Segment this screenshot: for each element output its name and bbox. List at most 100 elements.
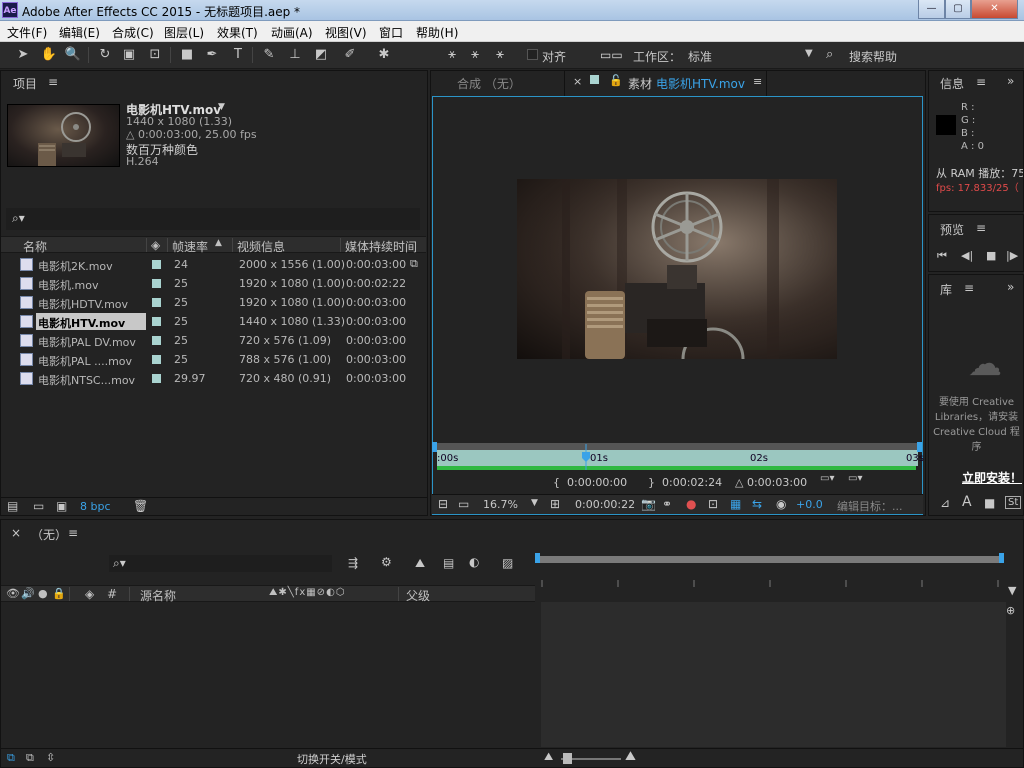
column-video-info[interactable]: 视频信息 — [237, 238, 285, 255]
timeline-track-area[interactable] — [541, 602, 1006, 747]
menu-edit[interactable]: 编辑(E) — [59, 24, 100, 41]
out-point-handle[interactable] — [917, 442, 922, 452]
selection-tool-icon[interactable]: ➤ — [14, 46, 32, 64]
menu-composition[interactable]: 合成(C) — [112, 24, 154, 41]
add-content-icon[interactable]: ⊿ — [940, 496, 950, 510]
transparency-grid-icon[interactable]: ▦ — [730, 497, 741, 511]
previous-frame-icon[interactable]: ◀| — [961, 249, 973, 262]
frame-blending-icon[interactable]: ▤ — [443, 556, 454, 570]
expand-transfer-controls-icon[interactable]: ⧉ — [26, 751, 34, 765]
list-item-selected[interactable]: 电影机HTV.mov 25 1440 x 1080 (1.33) 0:00:03… — [1, 312, 409, 331]
camera-tool-icon[interactable]: ▣ — [120, 46, 138, 64]
first-frame-icon[interactable]: ⏮ — [937, 249, 947, 263]
expand-panel-icon[interactable]: » — [1007, 280, 1014, 294]
bit-depth-button[interactable]: 8 bpc — [80, 500, 111, 513]
list-item[interactable]: 电影机HDTV.mov 25 1920 x 1080 (1.00) 0:00:0… — [1, 293, 409, 312]
axis-world-icon[interactable]: ⚹ — [466, 46, 484, 64]
list-item[interactable]: 电影机PAL ....mov 25 788 x 576 (1.00) 0:00:… — [1, 350, 409, 369]
exposure-value[interactable]: +0.0 — [796, 498, 823, 511]
zoom-tool-icon[interactable]: 🔍 — [64, 46, 82, 64]
footage-video-frame[interactable] — [517, 179, 837, 359]
timeline-search-input[interactable]: ⌕▾ — [109, 555, 332, 572]
menu-effect[interactable]: 效果(T) — [217, 24, 258, 41]
comp-marker-bin-icon[interactable]: ▼ — [1008, 584, 1016, 597]
add-text-icon[interactable]: A — [962, 494, 972, 510]
menu-animation[interactable]: 动画(A) — [271, 24, 313, 41]
out-point-timecode[interactable]: 0:00:02:24 — [662, 476, 722, 489]
solo-toggle-icon[interactable]: ● — [38, 587, 48, 600]
column-media-duration[interactable]: 媒体持续时间 — [345, 238, 417, 255]
safe-margins-icon[interactable]: ⊡ — [708, 497, 718, 511]
always-preview-icon[interactable]: ⊟ — [438, 497, 448, 511]
project-search-input[interactable]: ⌕▾ — [6, 208, 420, 230]
stop-icon[interactable]: ■ — [986, 249, 996, 262]
comp-mini-flowchart-icon[interactable]: ⇶ — [348, 556, 358, 570]
info-panel-title[interactable]: 信息 — [940, 75, 964, 92]
lock-toggle-icon[interactable]: 🔒 — [52, 587, 66, 600]
label-color-chip[interactable] — [152, 317, 161, 326]
snapshot-camera-icon[interactable]: 📷 — [641, 497, 656, 511]
pen-tool-icon[interactable]: ✒ — [203, 46, 221, 64]
panel-menu-icon[interactable]: ≡ — [753, 75, 762, 88]
expand-layer-switches-icon[interactable]: ⧉ — [7, 751, 15, 765]
comp-button-icon[interactable]: ⊕ — [1006, 604, 1015, 617]
search-icon[interactable]: ⌕ — [826, 47, 833, 62]
panel-menu-icon[interactable]: ≡ — [68, 526, 78, 540]
ripple-insert-icon[interactable]: ▭▾ — [820, 473, 834, 484]
work-area-end-handle[interactable] — [999, 553, 1004, 563]
region-of-interest-icon[interactable]: ⊞ — [550, 497, 560, 511]
rotate-tool-icon[interactable]: ↻ — [96, 46, 114, 64]
interpret-footage-icon[interactable]: ▤ — [7, 499, 18, 513]
brush-tool-icon[interactable]: ✎ — [260, 46, 278, 64]
expand-in-out-icon[interactable]: ⇳ — [46, 751, 55, 764]
layer-switches-icons[interactable]: ⛰✱╲fx▦⊘◐⬡ — [269, 587, 346, 598]
menu-file[interactable]: 文件(F) — [7, 24, 47, 41]
in-point-timecode[interactable]: 0:00:00:00 — [567, 476, 627, 489]
search-help-input[interactable]: 搜索帮助 — [849, 48, 897, 65]
column-layer-number[interactable]: # — [107, 587, 117, 601]
new-folder-icon[interactable]: ▭ — [33, 499, 44, 513]
preview-panel-title[interactable]: 预览 — [940, 221, 964, 238]
add-color-icon[interactable]: ■ — [984, 496, 995, 510]
workspace-dropdown[interactable]: 标准 — [688, 48, 712, 65]
playhead-handle[interactable] — [582, 444, 590, 470]
panel-menu-icon[interactable]: ≡ — [976, 221, 986, 235]
snap-checkbox[interactable] — [527, 49, 538, 60]
clone-stamp-tool-icon[interactable]: ⊥ — [286, 46, 304, 64]
panel-menu-icon[interactable]: ≡ — [976, 75, 986, 89]
column-fps[interactable]: 帧速率 — [172, 238, 208, 255]
graph-editor-icon[interactable]: ▨ — [502, 556, 513, 570]
eraser-tool-icon[interactable]: ◩ — [312, 46, 330, 64]
roto-brush-tool-icon[interactable]: ✐ — [341, 46, 359, 64]
label-tag-icon[interactable]: ◈ — [85, 587, 94, 601]
axis-view-icon[interactable]: ⚹ — [491, 46, 509, 64]
close-window-button[interactable]: ✕ — [971, 0, 1018, 19]
current-time-display[interactable]: 0:00:00:22 — [575, 498, 635, 511]
label-color-chip[interactable] — [152, 374, 161, 383]
list-item[interactable]: 电影机NTSC...mov 29.97 720 x 480 (0.91) 0:0… — [1, 369, 409, 388]
toggle-switches-modes-button[interactable]: 切换开关/模式 — [297, 751, 367, 767]
zoom-out-mountain-icon[interactable]: ⛰ — [544, 750, 553, 764]
label-color-chip[interactable] — [152, 336, 161, 345]
time-ruler[interactable] — [437, 450, 918, 466]
label-color-chip[interactable] — [152, 279, 161, 288]
next-frame-icon[interactable]: |▶ — [1006, 249, 1018, 262]
menu-layer[interactable]: 图层(L) — [164, 24, 204, 41]
column-parent[interactable]: 父级 — [406, 587, 430, 604]
work-area-bar[interactable] — [437, 443, 918, 450]
maximize-button[interactable]: ▢ — [945, 0, 971, 19]
label-color-chip[interactable] — [152, 260, 161, 269]
library-panel-title[interactable]: 库 — [940, 281, 952, 298]
timeline-work-area[interactable] — [537, 556, 1004, 563]
zoom-chevron-down-icon[interactable]: ▼ — [531, 498, 538, 508]
channel-rgb-icon[interactable]: ● — [686, 497, 696, 511]
in-point-icon[interactable]: { — [553, 476, 560, 489]
timeline-tab-title[interactable]: （无） — [31, 526, 67, 543]
column-label-tag-icon[interactable]: ◈ — [151, 238, 160, 252]
project-panel-menu-icon[interactable]: ≡ — [48, 75, 58, 89]
work-area-start-handle[interactable] — [535, 553, 540, 563]
puppet-pin-tool-icon[interactable]: ✱ — [375, 46, 393, 64]
close-tab-icon[interactable]: × — [573, 75, 582, 88]
menu-help[interactable]: 帮助(H) — [416, 24, 458, 41]
add-stock-icon[interactable]: St — [1005, 496, 1022, 509]
